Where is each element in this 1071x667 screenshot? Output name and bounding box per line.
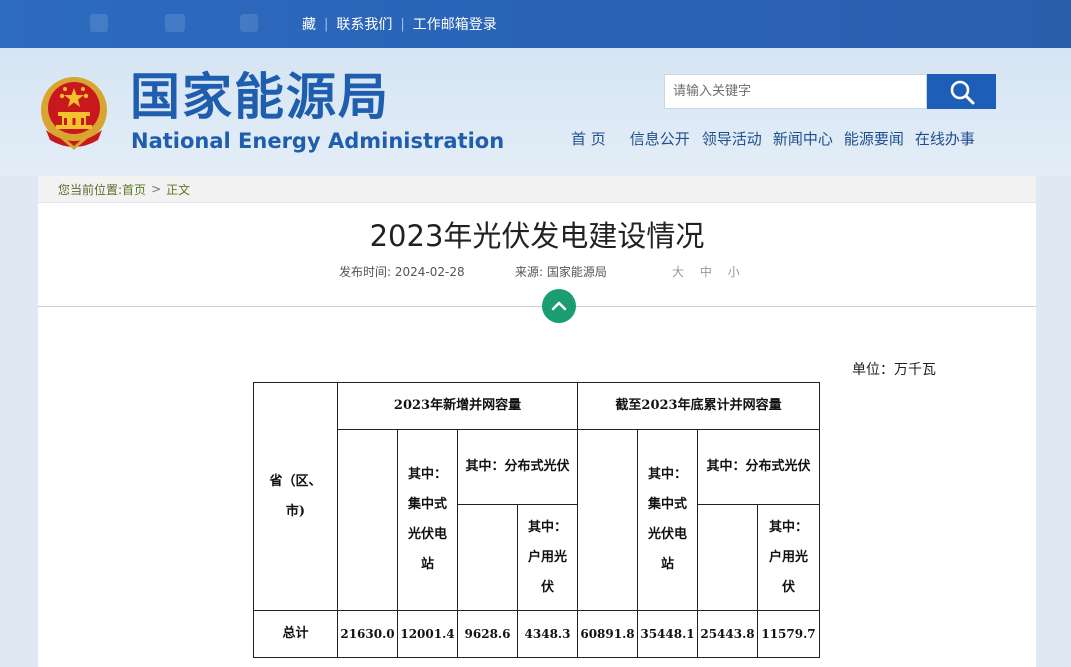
header-new-distributed-text: 其中：分布式光伏 [465, 459, 570, 474]
header-new-household-text: 其中：户用光伏 [527, 519, 567, 595]
blurred-link [165, 14, 185, 32]
separator: | [324, 16, 329, 32]
nav-home[interactable]: 首 页 [571, 128, 606, 152]
site-name-cn[interactable]: 国家能源局 [130, 68, 390, 126]
unit-label: 单位：万千瓦 [852, 362, 936, 378]
header-cum-central-text: 其中：集中式光伏电站 [647, 467, 687, 572]
row-total-cum-household: 11579.7 [757, 610, 820, 658]
search-input[interactable] [664, 74, 927, 109]
nav-news-center[interactable]: 新闻中心 [773, 128, 833, 152]
row-total-label: 总计 [253, 610, 338, 658]
top-link-favorite[interactable]: 藏 [302, 14, 316, 34]
publish-info: 发布时间: 2024-02-28 [339, 264, 465, 280]
header-cum-distributed-blank [697, 504, 758, 611]
header-cumulative-capacity: 截至2023年底累计并网容量 [577, 382, 820, 430]
search-bar [664, 74, 996, 109]
nav-leadership[interactable]: 领导活动 [702, 128, 762, 152]
national-emblem-icon[interactable] [38, 74, 110, 150]
capacity-table: 省（区、市) 2023年新增并网容量 截至2023年底累计并网容量 其中：集中式… [253, 382, 820, 658]
source-info: 来源: 国家能源局 [515, 264, 607, 280]
nav-info-public[interactable]: 信息公开 [630, 128, 690, 152]
row-total-cum-distributed: 25443.8 [697, 610, 758, 658]
blurred-link [240, 14, 258, 32]
header-new-household: 其中：户用光伏 [517, 504, 578, 611]
header-cum-central: 其中：集中式光伏电站 [637, 429, 698, 611]
header-cum-household-text: 其中：户用光伏 [768, 519, 808, 595]
header-new-central-text: 其中：集中式光伏电站 [407, 467, 447, 572]
divider [38, 306, 1036, 307]
nav-online-service[interactable]: 在线办事 [915, 128, 975, 152]
breadcrumb-separator: > [151, 182, 162, 196]
header-new-total [337, 429, 398, 611]
font-size-large[interactable]: 大 [672, 265, 684, 279]
breadcrumb: 您当前位置: 首页 > 正文 [38, 176, 1036, 203]
blurred-link [90, 14, 108, 32]
header-new-distributed: 其中：分布式光伏 [457, 429, 578, 505]
breadcrumb-current: 正文 [166, 182, 191, 197]
breadcrumb-home[interactable]: 首页 [122, 181, 146, 198]
header-new-capacity: 2023年新增并网容量 [337, 382, 578, 430]
article-title: 2023年光伏发电建设情况 [369, 219, 705, 253]
main-nav: 首 页 信息公开 领导活动 新闻中心 能源要闻 在线办事 [571, 128, 975, 152]
row-total-cum-central: 35448.1 [637, 610, 698, 658]
header-new-distributed-blank [457, 504, 518, 611]
header-new-central: 其中：集中式光伏电站 [397, 429, 458, 611]
header-cum-distributed-text: 其中：分布式光伏 [706, 459, 811, 474]
publish-date: 2024-02-28 [394, 265, 465, 279]
row-total-new-total: 21630.0 [337, 610, 398, 658]
top-link-contact[interactable]: 联系我们 [336, 14, 392, 34]
header-cum-household: 其中：户用光伏 [757, 504, 820, 611]
row-total-cum-total: 60891.8 [577, 610, 638, 658]
header-cum-total [577, 429, 638, 611]
chevron-up-icon [551, 301, 567, 311]
content-card: 您当前位置: 首页 > 正文 2023年光伏发电建设情况 发布时间: 2024-… [38, 176, 1036, 667]
header-province-text: 省（区、市) [269, 473, 322, 519]
search-icon [950, 80, 974, 104]
source-name: 国家能源局 [546, 265, 607, 279]
top-link-mail-login[interactable]: 工作邮箱登录 [413, 14, 497, 34]
separator: | [400, 16, 405, 32]
row-total-new-central: 12001.4 [397, 610, 458, 658]
font-size-small[interactable]: 小 [728, 265, 740, 279]
site-name-en[interactable]: National Energy Administration [131, 128, 504, 154]
source-label: 来源: [515, 265, 544, 279]
collapse-button[interactable] [542, 289, 576, 323]
font-size-medium[interactable]: 中 [700, 265, 712, 279]
search-button[interactable] [927, 74, 996, 109]
top-links: 藏 | 联系我们 | 工作邮箱登录 [302, 13, 497, 35]
font-size-switcher: 大 中 小 [672, 264, 752, 280]
breadcrumb-prefix: 您当前位置: [58, 182, 123, 197]
header-province: 省（区、市) [253, 382, 338, 611]
header-cum-distributed: 其中：分布式光伏 [697, 429, 820, 505]
nav-energy-news[interactable]: 能源要闻 [844, 128, 904, 152]
row-total-new-household: 4348.3 [517, 610, 578, 658]
row-total-new-distributed: 9628.6 [457, 610, 518, 658]
top-bar: 藏 | 联系我们 | 工作邮箱登录 [0, 0, 1071, 48]
publish-label: 发布时间: [339, 265, 392, 279]
